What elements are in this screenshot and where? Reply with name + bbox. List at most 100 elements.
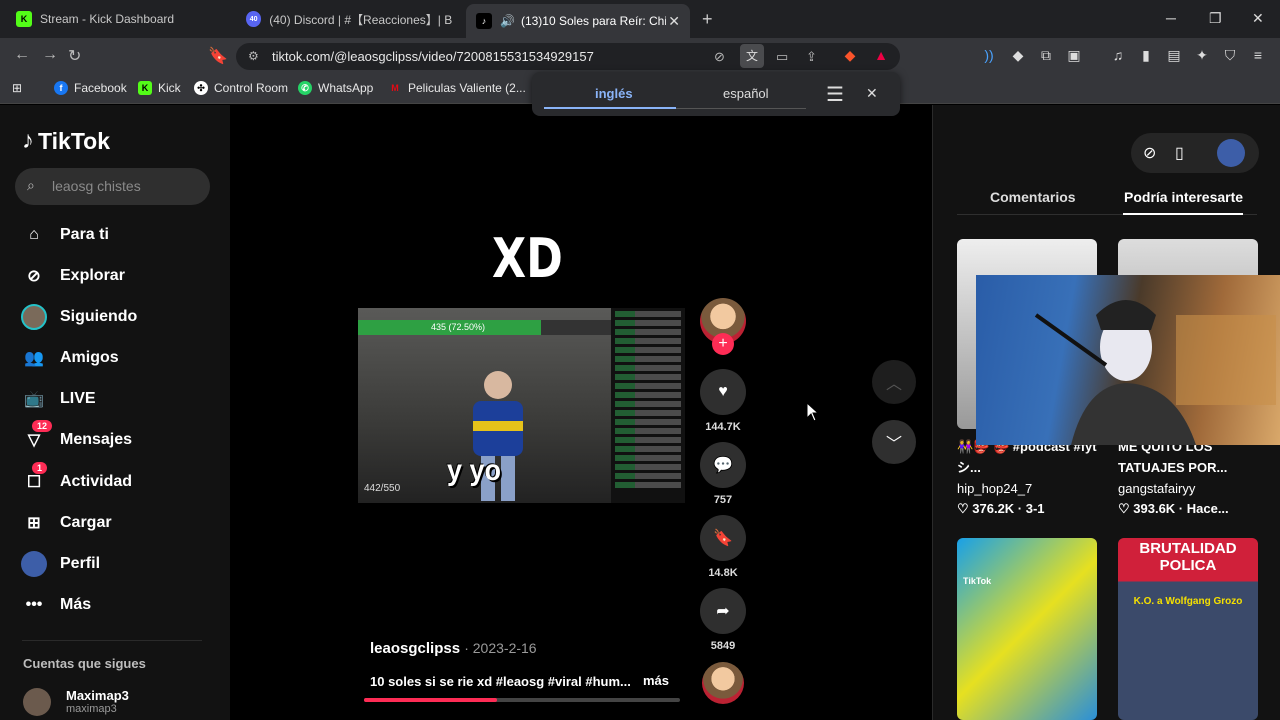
author-name[interactable]: leaosgclipss (370, 640, 460, 657)
bookmark-peliculas[interactable]: M Peliculas Valiente (2... (388, 81, 526, 95)
sidebar-icon[interactable]: ▮ (1138, 47, 1154, 63)
maximize-icon[interactable]: ❐ (1209, 10, 1222, 27)
card-2-user[interactable]: gangstafairyy (1118, 481, 1195, 496)
bookmark-save-icon[interactable]: 🔖 (700, 515, 746, 561)
share-icon[interactable]: ⇪ (806, 49, 817, 65)
followed-account[interactable]: Maximap3 maximap3 (23, 688, 129, 716)
bookmark-icon[interactable]: 🔖 (208, 46, 228, 66)
avatar (23, 688, 51, 716)
video-player[interactable]: XD 435 (72.50%) y yo 442/550 + ♥ 144.7K … (230, 105, 932, 720)
following-avatar-icon (20, 303, 48, 331)
translate-close-icon[interactable]: ✕ (866, 85, 878, 102)
share-arrow-icon[interactable]: ➦ (700, 588, 746, 634)
like-action[interactable]: ♥ 144.7K (700, 369, 746, 433)
more-dots-icon: ••• (25, 596, 43, 613)
author-line[interactable]: leaosgclipss · 2023-2-16 (370, 640, 537, 657)
sidebar-item-actividad[interactable]: ☐ 1 Actividad (20, 462, 132, 496)
music-icon[interactable]: ♫ (1110, 47, 1126, 63)
tab-discord[interactable]: 40 (40) Discord | #【Reacciones】| BR (236, 4, 462, 34)
sidebar-item-explorar[interactable]: ⊘ Explorar (20, 262, 125, 290)
menu-icon[interactable]: ≡ (1250, 47, 1266, 63)
brave-shield-icon[interactable]: ◆ (842, 47, 858, 63)
audio-icon[interactable]: )) (981, 47, 997, 63)
sidebar-item-mensajes[interactable]: ▽ 12 Mensajes (20, 420, 132, 454)
previous-video-button[interactable]: ︿ (872, 360, 916, 404)
tiktok-logo[interactable]: ♪ TikTok (22, 127, 110, 155)
forward-icon[interactable]: → (42, 46, 58, 64)
back-icon[interactable]: ← (14, 46, 30, 64)
screenshot-icon[interactable]: ▣ (1066, 47, 1082, 63)
leo-ai-icon[interactable]: ✦ (1194, 47, 1210, 63)
sidebar-item-cargar[interactable]: ⊞ Cargar (20, 509, 111, 537)
bookmark-kick[interactable]: K Kick (138, 81, 181, 95)
site-info-icon[interactable]: ⚙ (248, 49, 259, 63)
tab-title: (40) Discord | #【Reacciones】| BR (269, 12, 452, 27)
share-count: 5849 (710, 640, 736, 652)
sidebar-item-siguiendo[interactable]: Siguiendo (20, 303, 137, 331)
tab-tiktok-video[interactable]: ♪ 🔊 (13)10 Soles para Reír: Chiste ✕ (466, 4, 690, 38)
close-tab-icon[interactable]: ✕ (668, 13, 680, 30)
reload-icon[interactable]: ↻ (68, 46, 81, 66)
new-tab-button[interactable]: + (702, 9, 713, 30)
sidebar-item-para-ti[interactable]: ⌂ Para ti (20, 221, 109, 249)
translate-source-tab[interactable]: inglés (595, 86, 633, 101)
vpn-icon[interactable]: ⛉ (1222, 47, 1238, 63)
search-input[interactable]: ⌕ leaosg chistes (15, 168, 210, 205)
account-name: Maximap3 (66, 688, 129, 703)
no-camera-icon[interactable]: ⊘ (714, 49, 725, 65)
card-1-user[interactable]: hip_hop24_7 (957, 481, 1032, 496)
more-button[interactable]: más (643, 673, 669, 688)
discord-icon: 40 (246, 11, 262, 27)
bookmark-whatsapp[interactable]: ✆ WhatsApp (298, 81, 373, 95)
sidebar-item-mas[interactable]: ••• Más (20, 591, 92, 619)
video-progress[interactable] (364, 698, 680, 702)
comment-action[interactable]: 💬 757 (700, 442, 746, 506)
apps-grid-icon[interactable]: ⊞ (12, 81, 22, 95)
compass-small-icon[interactable]: ⊘ (1143, 143, 1156, 163)
heart-icon[interactable]: ♥ (700, 369, 746, 415)
extensions-icon[interactable]: ⧉ (1038, 47, 1054, 63)
speaker-icon: 🔊 (500, 14, 515, 28)
translate-icon[interactable]: 文 (740, 44, 764, 68)
stream-chat (611, 308, 685, 503)
next-video-button[interactable]: ﹀ (872, 420, 916, 464)
bookmark-control-room[interactable]: ✣ Control Room (194, 81, 288, 95)
sidebar-item-amigos[interactable]: 👥 Amigos (20, 344, 119, 372)
address-input[interactable]: ⚙ tiktok.com/@leaosgclipss/video/7200815… (236, 43, 900, 70)
translate-menu-icon[interactable]: ☰ (826, 82, 844, 107)
following-title: Cuentas que sigues (23, 656, 146, 671)
friends-icon: 👥 (24, 350, 44, 367)
tab-kick-dashboard[interactable]: K Stream - Kick Dashboard (6, 4, 232, 34)
brave-rewards-icon[interactable]: ▲ (873, 47, 889, 63)
user-avatar[interactable] (1217, 139, 1245, 167)
follow-button[interactable]: + (712, 333, 734, 355)
home-icon: ⌂ (29, 226, 39, 243)
tab-podria-interesarte[interactable]: Podría interesarte (1124, 189, 1243, 205)
save-action[interactable]: 🔖 14.8K (700, 515, 746, 579)
device-icon[interactable]: ▯ (1175, 143, 1184, 163)
close-window-icon[interactable]: ✕ (1252, 10, 1264, 27)
kick-icon: K (138, 81, 152, 95)
cast-icon[interactable]: ▭ (776, 49, 788, 65)
tab-title: (13)10 Soles para Reír: Chiste (520, 14, 666, 28)
tab-comentarios[interactable]: Comentarios (990, 189, 1076, 205)
bookmark-facebook[interactable]: f Facebook (54, 81, 127, 95)
address-toolbar: ← → ↻ 🔖 ⚙ tiktok.com/@leaosgclipss/video… (0, 38, 1280, 74)
sidebar-item-perfil[interactable]: Perfil (20, 550, 100, 578)
extension-diamond-icon[interactable]: ◆ (1010, 47, 1026, 63)
upload-icon: ⊞ (27, 515, 41, 532)
video-card-3[interactable]: TikTok (957, 538, 1097, 720)
sidebar: ♪ TikTok ⌕ leaosg chistes ⌂ Para ti ⊘ Ex… (0, 105, 230, 720)
wallet-icon[interactable]: ▤ (1166, 47, 1182, 63)
video-card-4[interactable]: BRUTALIDAD POLICA K.O. a Wolfgang Grozo (1118, 538, 1258, 720)
share-action[interactable]: ➦ 5849 (700, 588, 746, 652)
comment-icon[interactable]: 💬 (700, 442, 746, 488)
translate-target-tab[interactable]: español (723, 86, 769, 101)
m-icon: M (391, 83, 399, 93)
minimize-icon[interactable]: ─ (1166, 10, 1176, 26)
sidebar-item-live[interactable]: 📺 LIVE (20, 385, 96, 413)
divider (22, 640, 202, 641)
url-text: tiktok.com/@leaosgclipss/video/720081553… (272, 49, 594, 64)
sound-avatar[interactable] (702, 662, 744, 704)
video-frame[interactable]: 435 (72.50%) y yo 442/550 (358, 308, 685, 503)
